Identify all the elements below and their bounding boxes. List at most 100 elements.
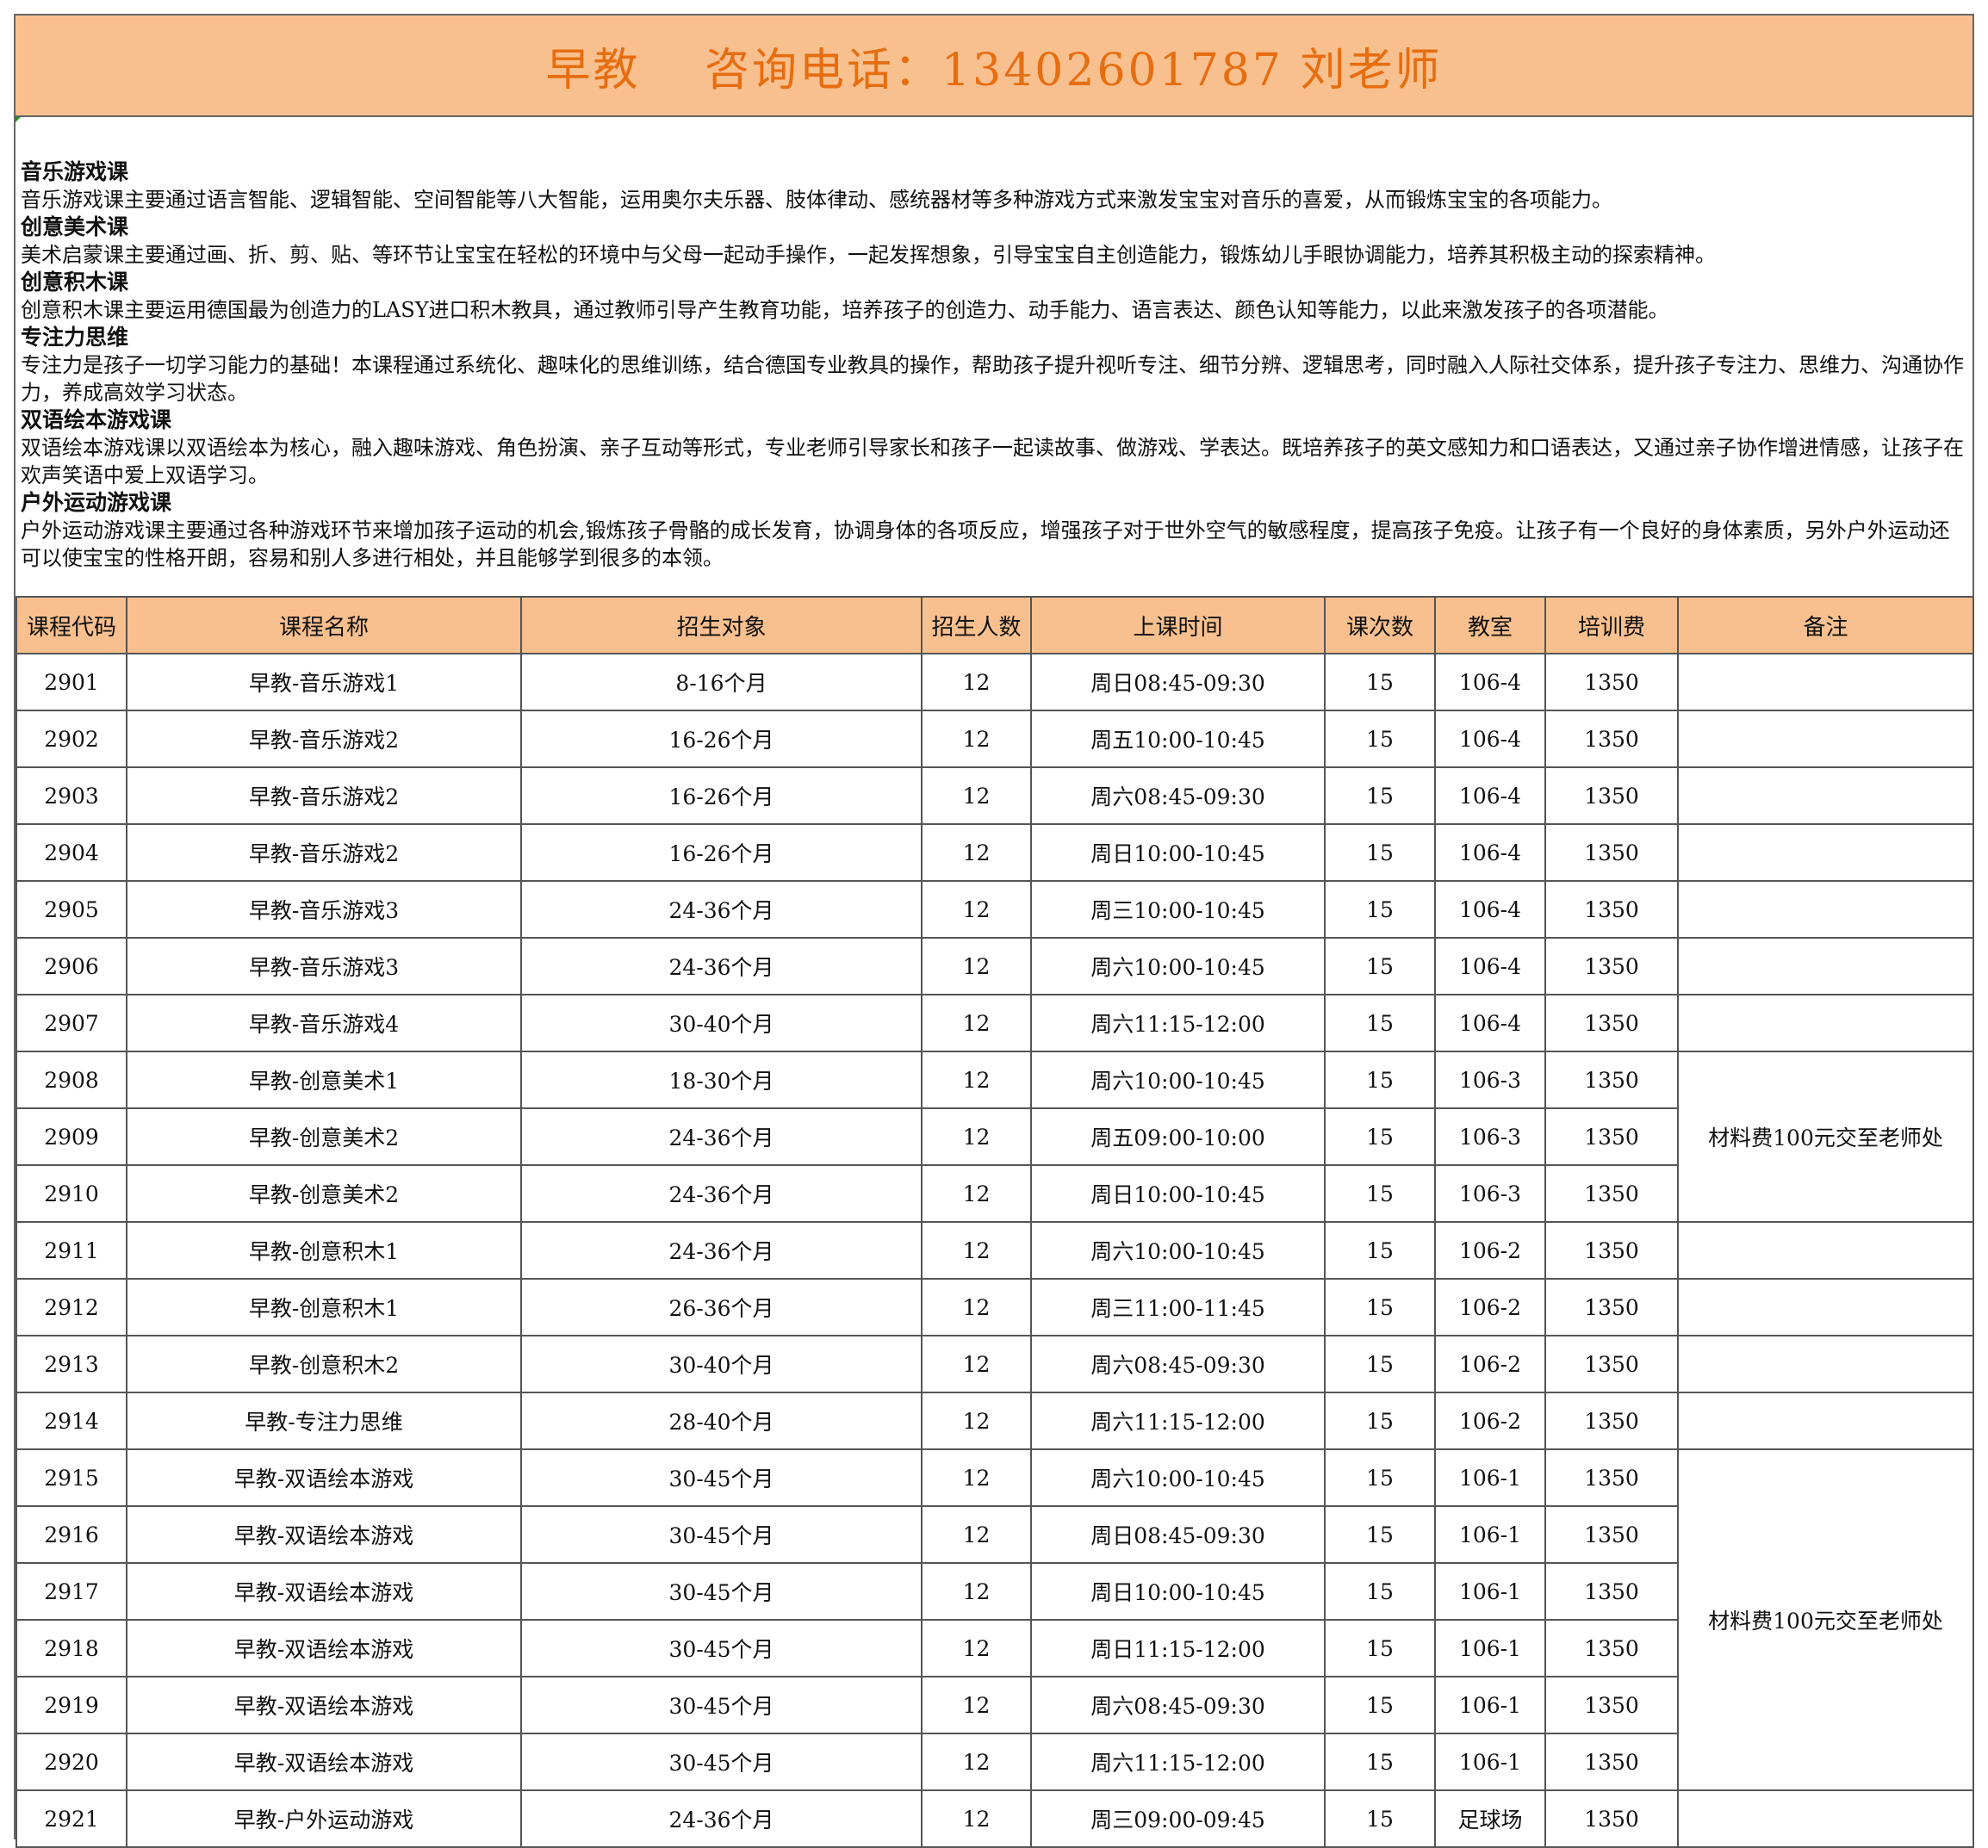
table-cell[interactable]: 早教-户外运动游戏 xyxy=(126,1789,522,1848)
table-cell[interactable]: 12 xyxy=(921,937,1032,995)
table-cell[interactable]: 12 xyxy=(921,823,1032,882)
column-header[interactable]: 教室 xyxy=(1434,596,1546,654)
table-cell[interactable]: 周三11:00-11:45 xyxy=(1030,1278,1326,1336)
table-cell[interactable]: 15 xyxy=(1324,1164,1436,1223)
table-cell[interactable]: 周日10:00-10:45 xyxy=(1030,1164,1326,1223)
table-cell[interactable]: 30-45个月 xyxy=(520,1676,923,1734)
table-cell[interactable]: 2908 xyxy=(16,1051,127,1109)
table-cell[interactable]: 15 xyxy=(1324,823,1436,882)
table-cell[interactable]: 早教-音乐游戏2 xyxy=(126,766,522,825)
table-cell[interactable]: 12 xyxy=(921,766,1032,825)
table-cell[interactable]: 2915 xyxy=(16,1448,127,1507)
table-cell[interactable]: 早教-创意积木1 xyxy=(126,1278,522,1336)
note-cell[interactable] xyxy=(1677,653,1974,711)
table-cell[interactable]: 周六08:45-09:30 xyxy=(1030,766,1326,825)
table-cell[interactable]: 早教-双语绘本游戏 xyxy=(126,1562,522,1621)
table-cell[interactable]: 106-3 xyxy=(1434,1107,1546,1166)
table-cell[interactable]: 8-16个月 xyxy=(520,653,923,711)
table-cell[interactable]: 106-1 xyxy=(1434,1562,1546,1621)
table-cell[interactable]: 12 xyxy=(921,710,1032,768)
table-cell[interactable]: 106-4 xyxy=(1434,823,1546,882)
table-cell[interactable]: 15 xyxy=(1324,1278,1436,1336)
table-cell[interactable]: 周三09:00-09:45 xyxy=(1030,1789,1326,1848)
table-cell[interactable]: 12 xyxy=(921,1619,1032,1677)
table-cell[interactable]: 周六08:45-09:30 xyxy=(1030,1676,1326,1734)
table-cell[interactable]: 1350 xyxy=(1544,994,1679,1052)
table-cell[interactable]: 12 xyxy=(921,1789,1032,1848)
table-cell[interactable]: 15 xyxy=(1324,994,1436,1052)
table-cell[interactable]: 1350 xyxy=(1544,1448,1679,1507)
table-cell[interactable]: 16-26个月 xyxy=(520,766,923,825)
table-cell[interactable]: 2912 xyxy=(16,1278,127,1336)
table-cell[interactable]: 12 xyxy=(921,1505,1032,1564)
table-cell[interactable]: 周六10:00-10:45 xyxy=(1030,937,1326,995)
table-cell[interactable]: 1350 xyxy=(1544,880,1679,939)
table-cell[interactable]: 15 xyxy=(1324,1562,1436,1621)
table-cell[interactable]: 早教-音乐游戏4 xyxy=(126,994,522,1052)
table-cell[interactable]: 2914 xyxy=(16,1392,127,1450)
table-cell[interactable]: 106-3 xyxy=(1434,1051,1546,1109)
table-cell[interactable]: 周六10:00-10:45 xyxy=(1030,1221,1326,1280)
table-cell[interactable]: 106-4 xyxy=(1434,766,1546,825)
table-cell[interactable]: 2907 xyxy=(16,994,127,1052)
table-cell[interactable]: 早教-双语绘本游戏 xyxy=(126,1676,522,1734)
table-cell[interactable]: 18-30个月 xyxy=(520,1051,923,1109)
table-cell[interactable]: 15 xyxy=(1324,880,1436,939)
table-cell[interactable]: 早教-创意美术2 xyxy=(126,1164,522,1223)
note-cell[interactable] xyxy=(1677,1789,1974,1848)
table-cell[interactable]: 早教-音乐游戏1 xyxy=(126,653,522,711)
table-cell[interactable]: 早教-音乐游戏3 xyxy=(126,937,522,995)
table-cell[interactable]: 12 xyxy=(921,1392,1032,1450)
table-cell[interactable]: 2905 xyxy=(16,880,127,939)
table-cell[interactable]: 12 xyxy=(921,994,1032,1052)
table-cell[interactable]: 12 xyxy=(921,1676,1032,1734)
table-cell[interactable]: 1350 xyxy=(1544,1505,1679,1564)
table-cell[interactable]: 周三10:00-10:45 xyxy=(1030,880,1326,939)
table-cell[interactable]: 周六08:45-09:30 xyxy=(1030,1335,1326,1393)
table-cell[interactable]: 15 xyxy=(1324,1619,1436,1677)
column-header[interactable]: 上课时间 xyxy=(1030,596,1326,654)
table-cell[interactable]: 15 xyxy=(1324,766,1436,825)
table-cell[interactable]: 早教-双语绘本游戏 xyxy=(126,1505,522,1564)
table-cell[interactable]: 15 xyxy=(1324,1051,1436,1109)
table-cell[interactable]: 15 xyxy=(1324,653,1436,711)
table-cell[interactable]: 24-36个月 xyxy=(520,880,923,939)
table-cell[interactable]: 2910 xyxy=(16,1164,127,1223)
table-cell[interactable]: 周六11:15-12:00 xyxy=(1030,1733,1326,1791)
table-cell[interactable]: 15 xyxy=(1324,1221,1436,1280)
table-cell[interactable]: 12 xyxy=(921,653,1032,711)
table-cell[interactable]: 106-1 xyxy=(1434,1619,1546,1677)
table-cell[interactable]: 周日11:15-12:00 xyxy=(1030,1619,1326,1677)
table-cell[interactable]: 12 xyxy=(921,1221,1032,1280)
table-cell[interactable]: 15 xyxy=(1324,1733,1436,1791)
table-cell[interactable]: 106-1 xyxy=(1434,1505,1546,1564)
table-cell[interactable]: 24-36个月 xyxy=(520,1789,923,1848)
table-cell[interactable]: 106-2 xyxy=(1434,1278,1546,1336)
column-header[interactable]: 备注 xyxy=(1677,596,1974,654)
note-cell[interactable] xyxy=(1677,710,1974,768)
table-cell[interactable]: 周日08:45-09:30 xyxy=(1030,653,1326,711)
table-cell[interactable]: 24-36个月 xyxy=(520,937,923,995)
table-cell[interactable]: 30-45个月 xyxy=(520,1562,923,1621)
note-cell[interactable] xyxy=(1677,1278,1974,1336)
table-cell[interactable]: 早教-创意美术2 xyxy=(126,1107,522,1166)
table-cell[interactable]: 24-36个月 xyxy=(520,1107,923,1166)
table-cell[interactable]: 早教-音乐游戏2 xyxy=(126,823,522,882)
table-cell[interactable]: 周六11:15-12:00 xyxy=(1030,1392,1326,1450)
table-cell[interactable]: 16-26个月 xyxy=(520,710,923,768)
table-cell[interactable]: 1350 xyxy=(1544,1392,1679,1450)
table-cell[interactable]: 30-45个月 xyxy=(520,1505,923,1564)
table-cell[interactable]: 早教-创意美术1 xyxy=(126,1051,522,1109)
table-cell[interactable]: 2918 xyxy=(16,1619,127,1677)
column-header[interactable]: 招生人数 xyxy=(921,596,1032,654)
table-cell[interactable]: 早教-双语绘本游戏 xyxy=(126,1448,522,1507)
table-cell[interactable]: 2901 xyxy=(16,653,127,711)
table-cell[interactable]: 周日10:00-10:45 xyxy=(1030,823,1326,882)
table-cell[interactable]: 1350 xyxy=(1544,1733,1679,1791)
note-cell[interactable] xyxy=(1677,766,1974,825)
table-cell[interactable]: 15 xyxy=(1324,1676,1436,1734)
table-cell[interactable]: 106-4 xyxy=(1434,994,1546,1052)
table-cell[interactable]: 早教-音乐游戏2 xyxy=(126,710,522,768)
table-cell[interactable]: 106-1 xyxy=(1434,1676,1546,1734)
table-cell[interactable]: 12 xyxy=(921,1448,1032,1507)
